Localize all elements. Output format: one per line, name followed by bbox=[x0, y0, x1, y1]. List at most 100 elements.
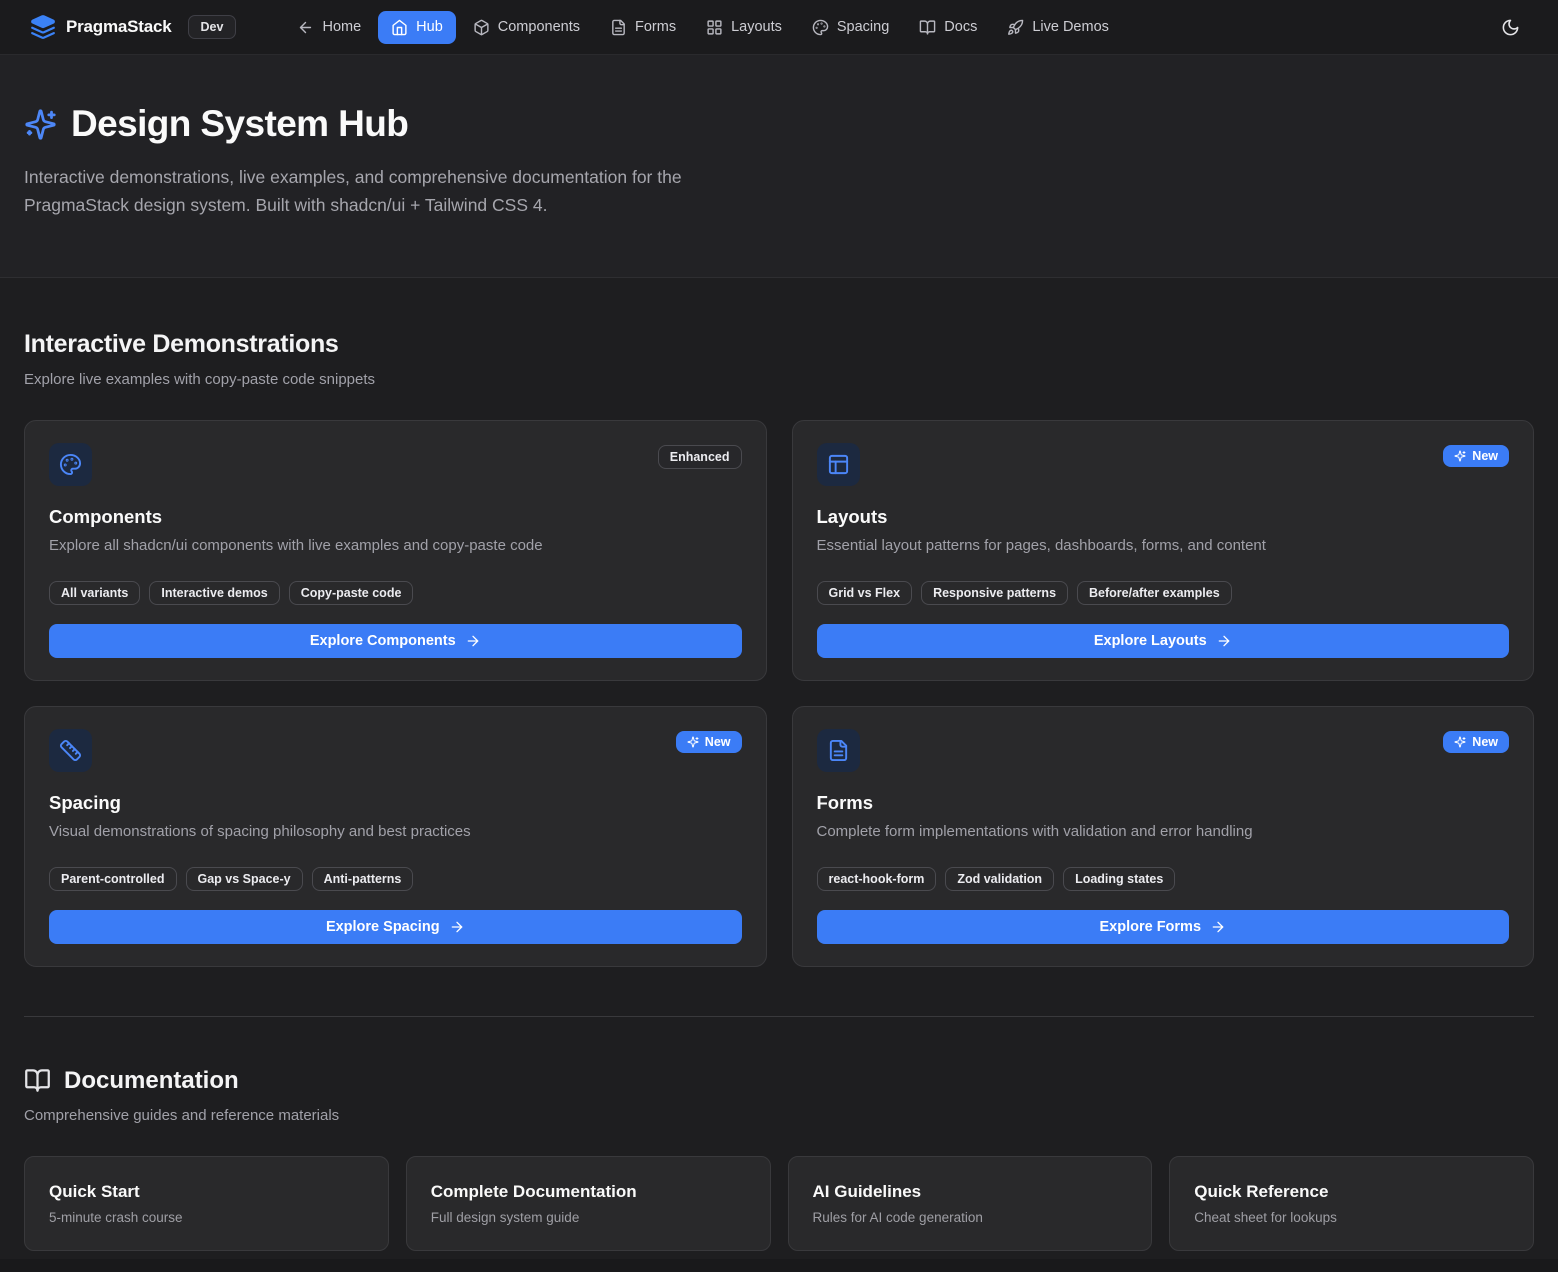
env-badge: Dev bbox=[188, 15, 237, 39]
home-icon bbox=[391, 19, 408, 36]
explore-layouts-button[interactable]: Explore Layouts bbox=[817, 624, 1510, 658]
nav-label: Hub bbox=[416, 19, 443, 35]
demos-section: Interactive Demonstrations Explore live … bbox=[24, 278, 1534, 967]
demos-subheading: Explore live examples with copy-paste co… bbox=[24, 371, 1534, 388]
rocket-icon bbox=[1007, 19, 1024, 36]
sparkles-icon bbox=[24, 108, 57, 141]
nav-item-layouts[interactable]: Layouts bbox=[693, 11, 795, 44]
explore-forms-button[interactable]: Explore Forms bbox=[817, 910, 1510, 944]
badge-label: New bbox=[1472, 449, 1498, 463]
doc-title: Complete Documentation bbox=[431, 1182, 746, 1202]
arrow-right-icon bbox=[1210, 919, 1226, 935]
nav-item-live-demos[interactable]: Live Demos bbox=[994, 11, 1122, 44]
footer-band bbox=[0, 1259, 1558, 1272]
tag: Before/after examples bbox=[1077, 581, 1232, 605]
tag: Grid vs Flex bbox=[817, 581, 913, 605]
tag: Copy-paste code bbox=[289, 581, 414, 605]
layers-logo-icon bbox=[30, 14, 56, 40]
demos-heading: Interactive Demonstrations bbox=[24, 330, 1534, 359]
new-badge: New bbox=[1443, 445, 1509, 467]
doc-description: Cheat sheet for lookups bbox=[1194, 1210, 1509, 1225]
demo-card-forms: New Forms Complete form implementations … bbox=[792, 706, 1535, 967]
theme-toggle-button[interactable] bbox=[1493, 10, 1528, 45]
new-badge: New bbox=[676, 731, 742, 753]
nav-label: Home bbox=[322, 19, 361, 35]
docs-heading: Documentation bbox=[64, 1067, 239, 1095]
nav-item-spacing[interactable]: Spacing bbox=[799, 11, 902, 44]
ruler-icon bbox=[49, 729, 92, 772]
nav-item-hub[interactable]: Hub bbox=[378, 11, 456, 44]
tag: react-hook-form bbox=[817, 867, 937, 891]
sparkles-icon bbox=[687, 736, 699, 748]
tag: Parent-controlled bbox=[49, 867, 177, 891]
nav-label: Spacing bbox=[837, 19, 889, 35]
nav-item-components[interactable]: Components bbox=[460, 11, 593, 44]
palette-icon bbox=[812, 19, 829, 36]
arrow-right-icon bbox=[465, 633, 481, 649]
doc-title: Quick Start bbox=[49, 1182, 364, 1202]
tag: Zod validation bbox=[945, 867, 1054, 891]
doc-card-quick-start[interactable]: Quick Start 5-minute crash course bbox=[24, 1156, 389, 1251]
tag: Gap vs Space-y bbox=[186, 867, 303, 891]
doc-description: 5-minute crash course bbox=[49, 1210, 364, 1225]
explore-components-button[interactable]: Explore Components bbox=[49, 624, 742, 658]
nav-label: Layouts bbox=[731, 19, 782, 35]
tag: Anti-patterns bbox=[312, 867, 414, 891]
nav-item-docs[interactable]: Docs bbox=[906, 11, 990, 44]
tag-row: All variants Interactive demos Copy-past… bbox=[49, 581, 742, 605]
arrow-left-icon bbox=[297, 19, 314, 36]
enhanced-badge: Enhanced bbox=[658, 445, 742, 469]
cta-label: Explore Forms bbox=[1099, 919, 1201, 935]
badge-label: New bbox=[705, 735, 731, 749]
tag: Responsive patterns bbox=[921, 581, 1068, 605]
top-navbar: PragmaStack Dev Home Hub Components Fo bbox=[0, 0, 1558, 55]
new-badge: New bbox=[1443, 731, 1509, 753]
doc-card-ai-guidelines[interactable]: AI Guidelines Rules for AI code generati… bbox=[788, 1156, 1153, 1251]
badge-label: New bbox=[1472, 735, 1498, 749]
cta-label: Explore Components bbox=[310, 633, 456, 649]
demo-card-spacing: New Spacing Visual demonstrations of spa… bbox=[24, 706, 767, 967]
moon-icon bbox=[1501, 18, 1520, 37]
card-title: Spacing bbox=[49, 792, 742, 814]
tag: Loading states bbox=[1063, 867, 1175, 891]
doc-title: AI Guidelines bbox=[813, 1182, 1128, 1202]
doc-card-grid: Quick Start 5-minute crash course Comple… bbox=[24, 1156, 1534, 1251]
demo-card-grid: Enhanced Components Explore all shadcn/u… bbox=[24, 420, 1534, 967]
nav-label: Docs bbox=[944, 19, 977, 35]
brand[interactable]: PragmaStack Dev bbox=[30, 14, 236, 40]
card-description: Visual demonstrations of spacing philoso… bbox=[49, 821, 742, 843]
sparkles-icon bbox=[1454, 450, 1466, 462]
book-open-icon bbox=[24, 1067, 51, 1094]
card-description: Explore all shadcn/ui components with li… bbox=[49, 535, 742, 557]
card-title: Components bbox=[49, 506, 742, 528]
tag-row: Parent-controlled Gap vs Space-y Anti-pa… bbox=[49, 867, 742, 891]
arrow-right-icon bbox=[1216, 633, 1232, 649]
cta-label: Explore Spacing bbox=[326, 919, 440, 935]
file-text-icon bbox=[817, 729, 860, 772]
tag-row: react-hook-form Zod validation Loading s… bbox=[817, 867, 1510, 891]
sparkles-icon bbox=[1454, 736, 1466, 748]
panels-top-icon bbox=[817, 443, 860, 486]
main-nav: Home Hub Components Forms Layouts bbox=[284, 11, 1121, 44]
doc-description: Rules for AI code generation bbox=[813, 1210, 1128, 1225]
card-title: Forms bbox=[817, 792, 1510, 814]
doc-title: Quick Reference bbox=[1194, 1182, 1509, 1202]
tag: Interactive demos bbox=[149, 581, 279, 605]
main-content: Interactive Demonstrations Explore live … bbox=[0, 278, 1558, 1251]
doc-card-complete-documentation[interactable]: Complete Documentation Full design syste… bbox=[406, 1156, 771, 1251]
nav-item-home[interactable]: Home bbox=[284, 11, 374, 44]
page-title: Design System Hub bbox=[71, 103, 408, 145]
nav-item-forms[interactable]: Forms bbox=[597, 11, 689, 44]
nav-label: Live Demos bbox=[1032, 19, 1109, 35]
card-description: Complete form implementations with valid… bbox=[817, 821, 1510, 843]
docs-section: Documentation Comprehensive guides and r… bbox=[24, 1017, 1534, 1251]
explore-spacing-button[interactable]: Explore Spacing bbox=[49, 910, 742, 944]
layout-grid-icon bbox=[706, 19, 723, 36]
demo-card-layouts: New Layouts Essential layout patterns fo… bbox=[792, 420, 1535, 681]
card-title: Layouts bbox=[817, 506, 1510, 528]
doc-card-quick-reference[interactable]: Quick Reference Cheat sheet for lookups bbox=[1169, 1156, 1534, 1251]
demo-card-components: Enhanced Components Explore all shadcn/u… bbox=[24, 420, 767, 681]
docs-subheading: Comprehensive guides and reference mater… bbox=[24, 1107, 1534, 1124]
arrow-right-icon bbox=[449, 919, 465, 935]
file-text-icon bbox=[610, 19, 627, 36]
